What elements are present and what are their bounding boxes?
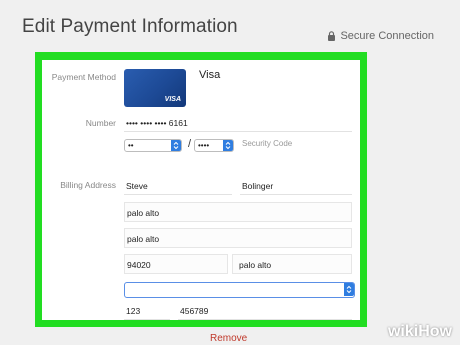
- area-code-field[interactable]: 123: [124, 302, 170, 320]
- country-select[interactable]: [124, 282, 355, 298]
- payment-form: Payment Method VISA Visa Number •••• •••…: [42, 60, 360, 320]
- exp-month-value: ••: [128, 141, 134, 150]
- visa-card-image[interactable]: VISA: [124, 69, 186, 107]
- exp-month-select[interactable]: ••: [124, 139, 182, 152]
- exp-year-select[interactable]: ••••: [194, 139, 234, 152]
- security-code-field[interactable]: Security Code: [242, 139, 292, 148]
- card-number-field[interactable]: •••• •••• •••• 6161: [124, 114, 352, 132]
- chevron-updown-icon: [344, 283, 354, 296]
- exp-year-value: ••••: [198, 141, 210, 150]
- visa-logo: VISA: [164, 96, 181, 103]
- chevron-updown-icon: [223, 140, 233, 151]
- expiry-slash: /: [188, 138, 192, 150]
- page-title: Edit Payment Information: [22, 16, 238, 37]
- secure-connection: Secure Connection: [327, 30, 434, 42]
- remove-link[interactable]: Remove: [210, 333, 247, 344]
- billing-address-label: Billing Address: [60, 180, 116, 190]
- chevron-updown-icon: [171, 140, 181, 151]
- lock-icon: [327, 31, 336, 41]
- secure-connection-label: Secure Connection: [340, 30, 434, 42]
- payment-method-label: Payment Method: [51, 72, 116, 82]
- zip-code-field[interactable]: 94020: [124, 254, 228, 274]
- card-brand-name: Visa: [199, 69, 221, 81]
- phone-number-field[interactable]: 456789: [178, 302, 352, 320]
- address-line-2-field[interactable]: palo alto: [124, 228, 352, 248]
- last-name-field[interactable]: Bolinger: [240, 177, 352, 195]
- address-line-1-field[interactable]: palo alto: [124, 202, 352, 222]
- first-name-field[interactable]: Steve: [124, 177, 232, 195]
- number-label: Number: [85, 118, 116, 128]
- city-field[interactable]: palo alto: [232, 254, 352, 274]
- wikihow-watermark: wikiHow: [387, 323, 452, 340]
